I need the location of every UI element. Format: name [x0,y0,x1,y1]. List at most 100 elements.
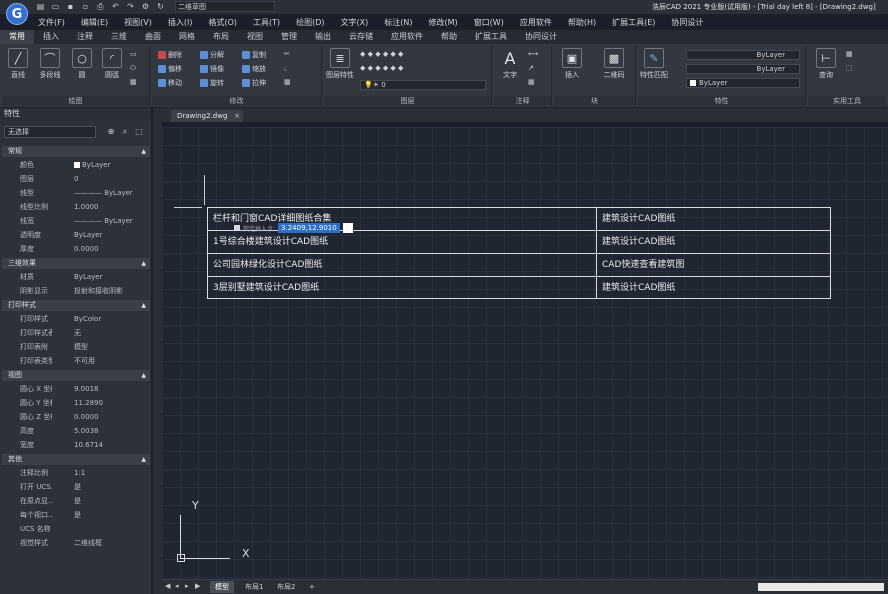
scale-button[interactable]: 缩放 [242,64,266,74]
section-header[interactable]: 视图 ▲ [2,370,150,381]
workspace-select[interactable]: 二维草图 [175,1,275,12]
menu-tools[interactable]: 工具(T) [245,17,288,28]
array-icon[interactable]: ▦ [284,78,291,86]
offset-button[interactable]: 偏移 [158,64,182,74]
property-row[interactable]: 圆心 Z 坐标 0.0000 [2,410,150,424]
layer-properties-button[interactable]: ≣ 图层特性 [326,48,354,80]
tab-extensions[interactable]: 扩展工具 [466,30,516,44]
color-dropdown[interactable]: ByLayer [686,78,800,88]
property-row[interactable]: UCS 名称 [2,522,150,536]
property-row[interactable]: 打开 UCS... 是 [2,480,150,494]
tab-layout[interactable]: 布局 [204,30,238,44]
section-header[interactable]: 其他 ▲ [2,454,150,465]
add-layout-button[interactable]: + [304,581,320,593]
property-row[interactable]: 图层 0 [2,172,150,186]
section-header[interactable]: 三维效果 ▲ [2,258,150,269]
quick-select-icon[interactable]: ⌕ [120,127,130,137]
last-tab-icon[interactable]: ▶ [195,582,200,590]
table-cell[interactable]: 建筑设计CAD图纸 [597,277,830,299]
trim-icon[interactable]: ✂ [284,50,290,58]
tab-apps[interactable]: 应用软件 [382,30,432,44]
rotate-button[interactable]: 旋转 [200,78,224,88]
toggle-pickadd-icon[interactable]: ⊕ [106,127,116,137]
tab-help[interactable]: 帮助 [432,30,466,44]
tab-mesh[interactable]: 网格 [170,30,204,44]
app-logo[interactable]: G [6,3,28,25]
property-row[interactable]: 打印表附 模型 [2,340,150,354]
layer-tool-icon[interactable]: ◆ ◆ ◆ ◆ ◆ ◆ [360,64,403,72]
collapse-icon[interactable]: ▲ [141,146,146,157]
explode-button[interactable]: 分解 [200,50,224,60]
property-row[interactable]: 圆心 Y 坐标 11.2890 [2,396,150,410]
property-row[interactable]: 高度 5.0038 [2,424,150,438]
tab-view[interactable]: 视图 [238,30,272,44]
property-row[interactable]: 圆心 X 坐标 9.0018 [2,382,150,396]
table-cell[interactable]: 3层别墅建筑设计CAD图纸 [208,277,597,299]
collapse-icon[interactable]: ▲ [141,258,146,269]
query-button[interactable]: ⊢ 查询 [812,48,840,80]
coordinate-input-next[interactable] [342,223,353,233]
property-row[interactable]: 阴影显示 投射和接收阴影 [2,284,150,298]
circle-button[interactable]: ○ 圆 [68,48,96,80]
menu-edit[interactable]: 编辑(E) [73,17,116,28]
mirror-button[interactable]: 镜像 [200,64,224,74]
erase-button[interactable]: 删除 [158,50,182,60]
table-cell[interactable]: CAD快速查看建筑图 [597,254,830,276]
property-row[interactable]: 透明度 ByLayer [2,228,150,242]
new-file-icon[interactable]: ▤ [36,2,45,11]
property-row[interactable]: 打印表类型 不可用 [2,354,150,368]
property-row[interactable]: 线宽 ———— ByLayer [2,214,150,228]
tab-output[interactable]: 输出 [306,30,340,44]
lineweight-dropdown[interactable]: ByLayer [686,64,800,74]
table-cell[interactable]: 建筑设计CAD图纸 [597,208,830,230]
select-icon[interactable]: ⬚ [846,64,853,72]
copy-button[interactable]: 复制 [242,50,266,60]
undo-icon[interactable]: ↶ [111,2,120,11]
menu-text[interactable]: 文字(X) [333,17,377,28]
property-row[interactable]: 打印样式 ByColor [2,312,150,326]
layer-dropdown[interactable]: 💡☀ 0 [360,80,486,90]
stretch-button[interactable]: 拉伸 [242,78,266,88]
tab-layout1[interactable]: 布局1 [240,581,268,593]
close-icon[interactable]: × [234,110,240,122]
rectangle-icon[interactable]: ▭ [130,50,137,58]
property-row[interactable]: 每个视口... 是 [2,508,150,522]
horizontal-scrollbar[interactable] [758,583,884,591]
next-tab-icon[interactable]: ▸ [185,582,189,590]
menu-insert[interactable]: 插入(I) [160,17,201,28]
tab-home[interactable]: 常用 [0,30,34,44]
menu-dimension[interactable]: 标注(N) [376,17,420,28]
table-icon[interactable]: ▦ [528,78,535,86]
select-objects-icon[interactable]: ⬚ [134,127,144,137]
property-row[interactable]: 线型比例 1.0000 [2,200,150,214]
table-cell[interactable]: 建筑设计CAD图纸 [597,231,830,253]
calculator-icon[interactable]: ▦ [846,50,853,58]
property-row[interactable]: 颜色 ByLayer [2,158,150,172]
menu-view[interactable]: 视图(V) [116,17,160,28]
menu-apps[interactable]: 应用软件 [512,17,560,28]
property-row[interactable]: 在原点显... 是 [2,494,150,508]
section-header[interactable]: 打印样式 ▲ [2,300,150,311]
menu-file[interactable]: 文件(F) [30,17,73,28]
property-row[interactable]: 宽度 10.6714 [2,438,150,452]
menu-format[interactable]: 格式(O) [200,17,245,28]
tab-layout2[interactable]: 布局2 [272,581,300,593]
save-icon[interactable]: ▪ [66,2,75,11]
property-row[interactable]: 视觉样式 二维线框 [2,536,150,550]
tab-surface[interactable]: 曲面 [136,30,170,44]
arc-button[interactable]: ◜ 圆弧 [98,48,126,80]
selection-dropdown[interactable]: 无选择 [4,126,96,138]
refresh-icon[interactable]: ↻ [156,2,165,11]
save-as-icon[interactable]: ▫ [81,2,90,11]
tab-manage[interactable]: 管理 [272,30,306,44]
table-cell[interactable]: 公司园林绿化设计CAD图纸 [208,254,597,276]
collapse-icon[interactable]: ▲ [141,370,146,381]
redo-icon[interactable]: ↷ [126,2,135,11]
hatch-icon[interactable]: ▦ [130,78,137,86]
drawing-canvas[interactable]: 栏杆和门窗CAD详细图纸合集 建筑设计CAD图纸 1号综合楼建筑设计CAD图纸 … [162,127,888,579]
qrcode-button[interactable]: ▩ 二维码 [600,48,628,80]
fillet-icon[interactable]: ◟ [284,64,287,72]
open-file-icon[interactable]: ▭ [51,2,60,11]
print-icon[interactable]: ⎙ [96,2,105,11]
dimension-icon[interactable]: ⟷ [528,50,538,58]
